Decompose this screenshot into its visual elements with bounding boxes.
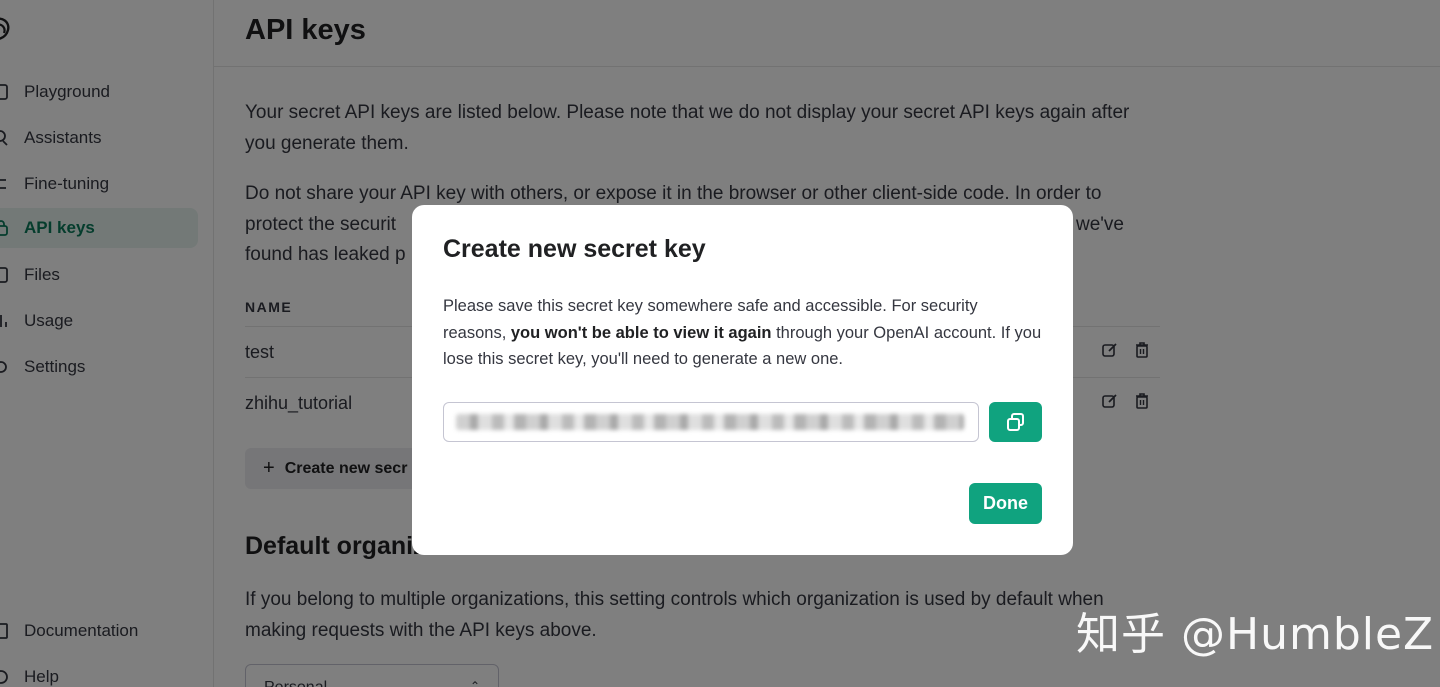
modal-description: Please save this secret key somewhere sa… bbox=[443, 293, 1043, 373]
copy-button[interactable] bbox=[989, 402, 1042, 442]
secret-key-field[interactable] bbox=[443, 402, 979, 442]
modal-description-bold: you won't be able to view it again bbox=[510, 323, 772, 342]
copy-icon bbox=[1006, 413, 1024, 431]
watermark: 知乎 @HumbleZ bbox=[1076, 609, 1435, 660]
modal-title: Create new secret key bbox=[443, 235, 706, 263]
blurred-secret-key bbox=[456, 414, 964, 430]
create-secret-key-modal: Create new secret key Please save this s… bbox=[412, 205, 1073, 555]
done-button[interactable]: Done bbox=[969, 483, 1042, 524]
